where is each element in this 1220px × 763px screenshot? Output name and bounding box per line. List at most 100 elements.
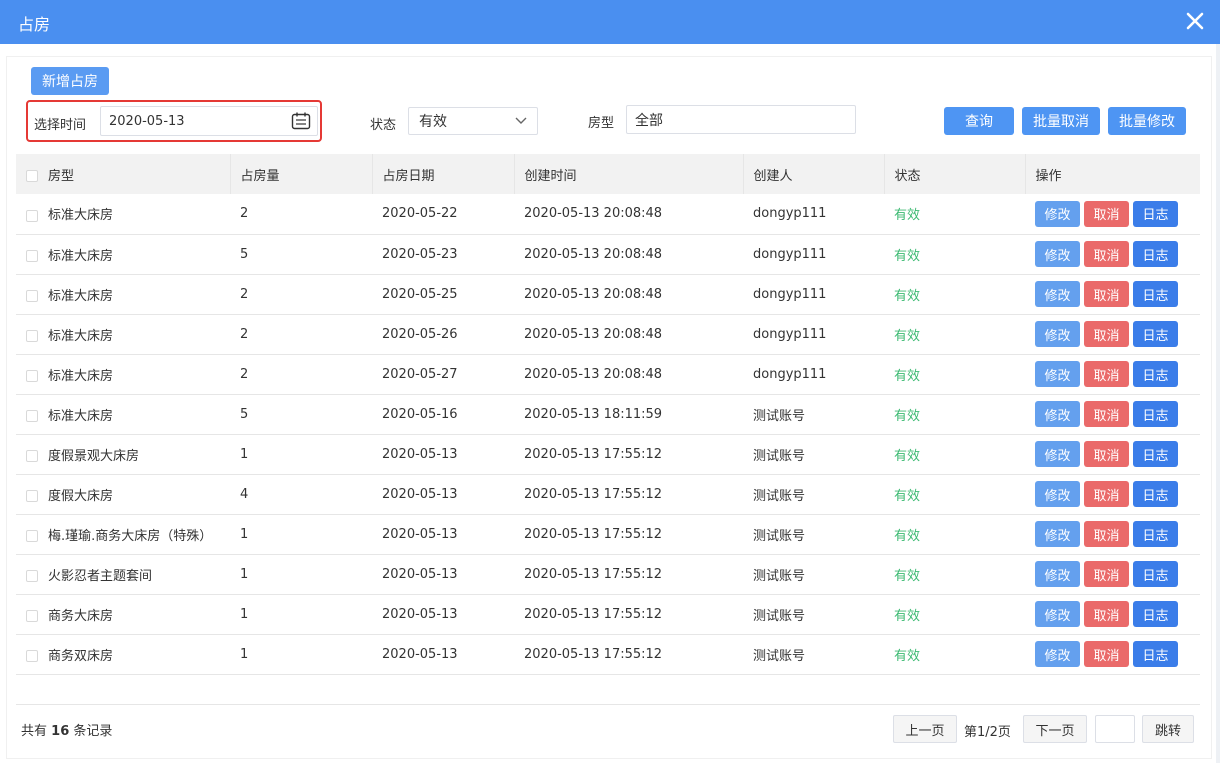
row-checkbox[interactable] (26, 570, 38, 582)
cell-status: 有效 (884, 554, 1025, 594)
edit-button[interactable]: 修改 (1035, 200, 1080, 227)
cell-creator: 测试账号 (753, 488, 806, 504)
cell-created-time: 2020-05-13 20:08:48 (524, 326, 663, 342)
row-checkbox[interactable] (26, 610, 38, 622)
page-jump-input[interactable] (1095, 715, 1135, 743)
cancel-button[interactable]: 取消 (1084, 241, 1129, 267)
cancel-button[interactable]: 取消 (1084, 641, 1129, 667)
log-button[interactable]: 日志 (1133, 321, 1178, 347)
table-row: 度假大床房 4 2020-05-13 2020-05-13 17:55:12 测试账号 有… (16, 474, 1200, 514)
log-button[interactable]: 日志 (1133, 281, 1178, 307)
edit-button[interactable]: 修改 (1035, 441, 1080, 467)
row-checkbox[interactable] (26, 370, 38, 382)
status-badge: 有效 (894, 488, 921, 504)
edit-button[interactable]: 修改 (1035, 521, 1080, 547)
status-badge: 有效 (894, 608, 921, 624)
cell-created-time: 2020-05-13 17:55:12 (524, 446, 663, 462)
cell-creator: 测试账号 (753, 408, 806, 424)
status-badge: 有效 (894, 408, 921, 424)
close-icon[interactable] (1184, 10, 1206, 32)
status-badge: 有效 (894, 568, 921, 584)
cancel-button[interactable]: 取消 (1084, 200, 1129, 227)
cell-status: 有效 (884, 434, 1025, 474)
table-row: 商务双床房 1 2020-05-13 2020-05-13 17:55:12 测试账号 有… (16, 634, 1200, 674)
cell-created-time: 2020-05-13 20:08:48 (524, 206, 663, 222)
row-checkbox[interactable] (26, 450, 38, 462)
cell-actions: 修改 取消 日志 (1025, 194, 1200, 234)
row-checkbox[interactable] (26, 410, 38, 422)
cell-actions: 修改 取消 日志 (1025, 274, 1200, 314)
prev-page-button[interactable]: 上一页 (893, 715, 957, 743)
cell-quantity: 2 (240, 206, 249, 222)
cell-status: 有效 (884, 194, 1025, 234)
edit-button[interactable]: 修改 (1035, 321, 1080, 347)
cell-status: 有效 (884, 234, 1025, 274)
footer-divider (16, 704, 1200, 705)
log-button[interactable]: 日志 (1133, 641, 1178, 667)
log-button[interactable]: 日志 (1133, 521, 1178, 547)
cell-created-time: 2020-05-13 17:55:12 (524, 646, 663, 662)
cell-status: 有效 (884, 634, 1025, 674)
edit-button[interactable]: 修改 (1035, 281, 1080, 307)
add-occupancy-button[interactable]: 新增占房 (31, 67, 109, 95)
row-checkbox[interactable] (26, 209, 38, 222)
log-button[interactable]: 日志 (1133, 561, 1178, 587)
cancel-button[interactable]: 取消 (1084, 481, 1129, 507)
edit-button[interactable]: 修改 (1035, 561, 1080, 587)
row-checkbox[interactable] (26, 530, 38, 542)
batch-cancel-button[interactable]: 批量取消 (1022, 107, 1100, 135)
cancel-button[interactable]: 取消 (1084, 521, 1129, 547)
row-checkbox[interactable] (26, 330, 38, 342)
cancel-button[interactable]: 取消 (1084, 561, 1129, 587)
edit-button[interactable]: 修改 (1035, 361, 1080, 387)
edit-button[interactable]: 修改 (1035, 601, 1080, 627)
cancel-button[interactable]: 取消 (1084, 441, 1129, 467)
log-button[interactable]: 日志 (1133, 441, 1178, 467)
roomtype-value: 全部 (635, 112, 663, 129)
row-checkbox[interactable] (26, 290, 38, 302)
cell-date: 2020-05-23 (382, 246, 458, 262)
cell-status: 有效 (884, 354, 1025, 394)
cell-creator: dongyp111 (753, 206, 827, 222)
cancel-button[interactable]: 取消 (1084, 281, 1129, 307)
batch-edit-button[interactable]: 批量修改 (1108, 107, 1186, 135)
log-button[interactable]: 日志 (1133, 601, 1178, 627)
row-checkbox[interactable] (26, 650, 38, 662)
date-label: 选择时间 (34, 118, 87, 133)
cell-created-time: 2020-05-13 17:55:12 (524, 526, 663, 542)
query-button[interactable]: 查询 (944, 107, 1014, 135)
cell-roomtype: 标准大床房 (16, 274, 230, 314)
header-created-time: 创建时间 (514, 154, 744, 194)
dialog-title: 占房 (18, 15, 51, 34)
table-row: 标准大床房 2 2020-05-26 2020-05-13 20:08:48 dongy… (16, 314, 1200, 354)
edit-button[interactable]: 修改 (1035, 481, 1080, 507)
cancel-button[interactable]: 取消 (1084, 321, 1129, 347)
edit-button[interactable]: 修改 (1035, 641, 1080, 667)
edit-button[interactable]: 修改 (1035, 401, 1080, 427)
log-button[interactable]: 日志 (1133, 241, 1178, 267)
next-page-button[interactable]: 下一页 (1023, 715, 1087, 743)
cancel-button[interactable]: 取消 (1084, 401, 1129, 427)
status-badge: 有效 (894, 288, 921, 304)
jump-button[interactable]: 跳转 (1142, 715, 1194, 743)
roomtype-label: 房型 (588, 116, 615, 131)
table-row: 度假景观大床房 1 2020-05-13 2020-05-13 17:55:12 测试账… (16, 434, 1200, 474)
status-select[interactable]: 有效 (408, 107, 538, 135)
cancel-button[interactable]: 取消 (1084, 601, 1129, 627)
dialog-titlebar: 占房 (0, 0, 1220, 44)
roomtype-input[interactable]: 全部 (626, 105, 856, 134)
select-all-checkbox[interactable] (26, 170, 38, 182)
cell-created-time: 2020-05-13 18:11:59 (524, 406, 663, 422)
row-checkbox[interactable] (26, 250, 38, 262)
log-button[interactable]: 日志 (1133, 361, 1178, 387)
log-button[interactable]: 日志 (1133, 200, 1178, 227)
cell-creator: dongyp111 (753, 286, 827, 302)
cancel-button[interactable]: 取消 (1084, 361, 1129, 387)
edit-button[interactable]: 修改 (1035, 241, 1080, 267)
calendar-icon[interactable] (291, 112, 311, 130)
date-input[interactable]: 2020-05-13 (100, 106, 318, 136)
log-button[interactable]: 日志 (1133, 401, 1178, 427)
log-button[interactable]: 日志 (1133, 481, 1178, 507)
row-checkbox[interactable] (26, 490, 38, 502)
cell-roomtype: 标准大床房 (16, 394, 230, 434)
